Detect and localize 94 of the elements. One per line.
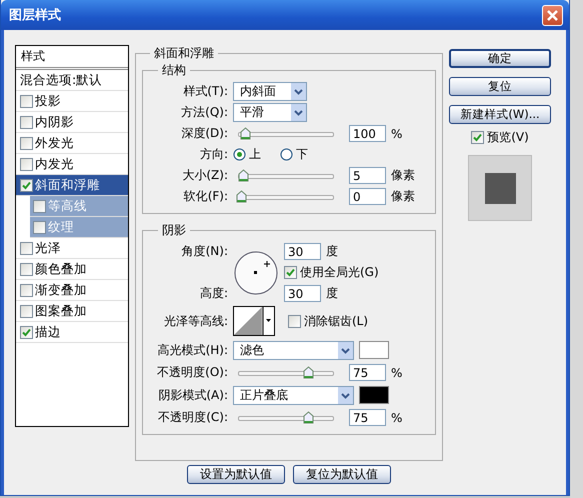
unit-label: 像素	[391, 188, 415, 205]
checkbox[interactable]	[20, 94, 33, 108]
checkbox[interactable]	[20, 326, 33, 338]
chevron-down-icon	[291, 104, 306, 121]
angle-dial[interactable]	[233, 250, 279, 296]
number-field[interactable]: 100	[349, 125, 386, 142]
checkbox[interactable]	[20, 242, 33, 254]
slider-thumb[interactable]	[236, 190, 247, 202]
dialog-button[interactable]: 新建样式(W)...	[449, 105, 551, 124]
window-title: 图层样式	[9, 7, 61, 24]
dropdown[interactable]: 滤色	[233, 340, 354, 360]
default-button[interactable]: 复位为默认值	[293, 465, 391, 484]
number-field[interactable]: 5	[349, 167, 386, 184]
radio-label[interactable]: 下	[296, 146, 308, 163]
checkbox-label[interactable]: 消除锯齿(L)	[304, 312, 368, 330]
field-label: 光泽等高线:	[162, 312, 228, 330]
slider-track[interactable]	[236, 168, 336, 182]
style-list-item[interactable]: 外发光	[16, 133, 128, 154]
field-label: 不透明度(C):	[157, 409, 228, 426]
checkbox[interactable]	[20, 136, 33, 150]
section-title: 斜面和浮雕	[153, 45, 215, 62]
dropdown[interactable]: 平滑	[233, 103, 307, 122]
slider-thumb[interactable]	[302, 366, 314, 378]
checkbox[interactable]	[20, 178, 33, 192]
preview-swatch	[468, 155, 532, 221]
radio-button[interactable]	[280, 148, 293, 161]
slider-track[interactable]	[236, 126, 336, 140]
style-list-item[interactable]: 斜面和浮雕	[16, 175, 128, 196]
field-label: 方法(Q):	[180, 104, 228, 121]
style-list-item[interactable]: 投影	[16, 91, 128, 112]
unit-label: 度	[326, 285, 338, 302]
field-label: 软化(F):	[182, 188, 228, 205]
group-title: 阴影	[161, 222, 187, 239]
group-title: 结构	[161, 62, 187, 79]
number-field[interactable]: 75	[349, 364, 386, 381]
field-label: 高光模式(H):	[156, 342, 228, 358]
style-list-item[interactable]: 内阴影	[16, 112, 128, 133]
style-list-item[interactable]: 颜色叠加	[16, 259, 128, 280]
style-list-item[interactable]: 渐变叠加	[16, 280, 128, 301]
style-list-item[interactable]: 光泽	[16, 238, 128, 259]
unit-label: %	[391, 410, 402, 424]
checkbox[interactable]	[20, 304, 33, 318]
checkbox[interactable]	[33, 220, 46, 234]
chevron-down-icon	[338, 386, 353, 404]
checkbox[interactable]	[20, 262, 33, 276]
unit-label: %	[391, 366, 402, 380]
slider-thumb[interactable]	[240, 126, 252, 140]
style-list-item[interactable]: 图案叠加	[16, 301, 128, 322]
field-label: 深度(D):	[180, 125, 228, 142]
dialog-button[interactable]: 复位	[449, 77, 551, 96]
list-header: 样式	[16, 46, 128, 70]
number-field[interactable]: 30	[284, 243, 321, 260]
style-list-item[interactable]: 描边	[16, 322, 128, 343]
number-field[interactable]: 30	[284, 285, 321, 302]
close-button[interactable]	[542, 4, 563, 26]
chevron-down-icon	[338, 342, 353, 358]
close-icon	[546, 8, 559, 22]
slider-thumb[interactable]	[302, 410, 314, 424]
field-label: 角度(N):	[180, 243, 228, 260]
checkbox[interactable]	[284, 266, 297, 279]
radio-button[interactable]	[233, 148, 246, 161]
field-label: 大小(Z):	[181, 167, 228, 184]
number-field[interactable]: 0	[349, 188, 386, 205]
field-label: 样式(T):	[182, 83, 228, 100]
field-label: 高度:	[198, 285, 228, 302]
checkbox[interactable]	[471, 131, 484, 144]
slider-track[interactable]	[236, 190, 336, 204]
unit-label: 像素	[391, 167, 415, 184]
field-label: 阴影模式(A):	[157, 386, 228, 404]
slider-track[interactable]	[236, 410, 336, 424]
slider-track[interactable]	[236, 366, 336, 380]
unit-label: %	[391, 126, 402, 140]
field-label: 方向:	[198, 146, 228, 163]
radio-label[interactable]: 上	[249, 146, 261, 163]
style-list-item[interactable]: 混合选项:默认	[16, 70, 128, 91]
color-swatch[interactable]	[359, 341, 389, 359]
dropdown[interactable]: 内斜面	[233, 82, 307, 101]
dialog-button[interactable]: 确定	[449, 49, 551, 68]
checkbox[interactable]	[288, 314, 301, 328]
dropdown[interactable]: 正片叠底	[233, 386, 354, 404]
checkbox[interactable]	[20, 158, 33, 170]
checkbox-label[interactable]: 使用全局光(G)	[300, 264, 379, 281]
number-field[interactable]: 75	[349, 409, 386, 426]
checkbox[interactable]	[20, 284, 33, 296]
checkbox-label[interactable]: 预览(V)	[487, 129, 529, 146]
color-swatch[interactable]	[359, 386, 389, 404]
field-label: 不透明度(O):	[156, 364, 228, 381]
unit-label: 度	[326, 243, 338, 260]
chevron-down-icon	[291, 83, 306, 100]
checkbox[interactable]	[33, 200, 46, 212]
checkbox[interactable]	[20, 116, 33, 128]
slider-thumb[interactable]	[238, 168, 249, 182]
contour-picker[interactable]	[233, 306, 275, 336]
default-button[interactable]: 设置为默认值	[187, 465, 285, 484]
